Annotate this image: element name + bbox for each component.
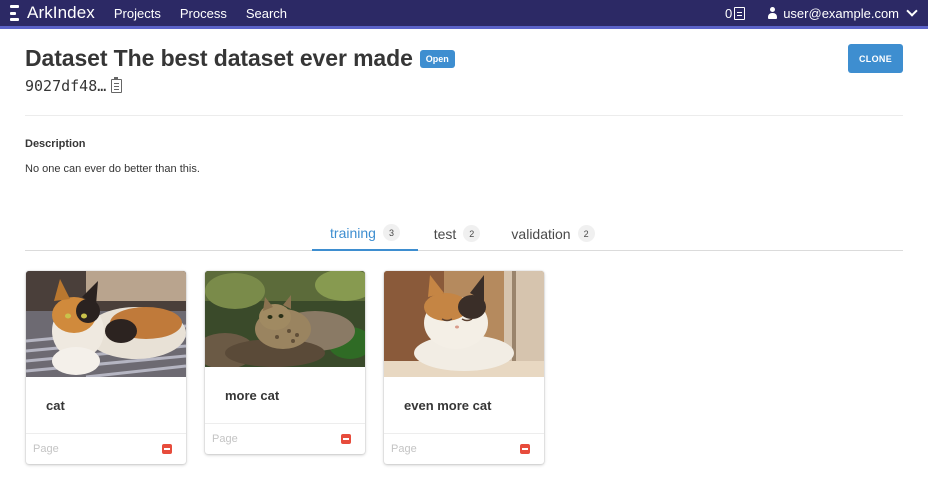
- page-title: Dataset The best dataset ever made: [25, 45, 413, 71]
- tab-count-badge: 2: [463, 225, 481, 242]
- tab-label: training: [330, 224, 376, 241]
- dataset-id-row: 9027df48…: [25, 77, 123, 95]
- status-badge: Open: [419, 49, 455, 68]
- tab-test[interactable]: test 2: [424, 216, 490, 251]
- card-page-label: Page: [391, 443, 417, 455]
- dataset-id: 9027df48…: [25, 77, 107, 95]
- card-title[interactable]: even more cat: [384, 377, 544, 433]
- clone-button[interactable]: CLONE: [848, 44, 903, 73]
- card-footer: Page: [26, 433, 186, 464]
- document-count-button[interactable]: 0: [724, 5, 746, 21]
- element-card: even more cat Page: [384, 271, 544, 464]
- description-heading: Description: [25, 138, 86, 150]
- document-icon: [734, 6, 746, 20]
- description-text: No one can ever do better than this.: [25, 163, 200, 175]
- chevron-down-icon: [906, 5, 918, 17]
- nav-search[interactable]: Search: [246, 6, 287, 21]
- element-card: more cat Page: [205, 271, 365, 454]
- card-title[interactable]: more cat: [205, 367, 365, 423]
- brand-link[interactable]: ArkIndex: [10, 3, 95, 23]
- brand-name: ArkIndex: [27, 3, 95, 22]
- nav-process[interactable]: Process: [180, 6, 227, 21]
- top-navbar: ArkIndex Projects Process Search 0 user@…: [0, 0, 928, 29]
- tab-label: validation: [511, 225, 571, 242]
- header-divider: [25, 115, 903, 116]
- user-menu[interactable]: user@example.com: [767, 5, 918, 21]
- page-header: Dataset The best dataset ever made Open: [25, 45, 455, 72]
- card-footer: Page: [384, 433, 544, 464]
- cat-thumbnail[interactable]: [26, 271, 186, 377]
- tab-count-badge: 2: [577, 225, 595, 242]
- cat-thumbnail[interactable]: [205, 271, 365, 367]
- set-tabs: training 3 test 2 validation 2: [25, 216, 903, 251]
- card-footer: Page: [205, 423, 365, 454]
- document-count: 0: [724, 5, 733, 21]
- tab-training[interactable]: training 3: [312, 216, 418, 251]
- user-icon: [767, 7, 778, 19]
- remove-icon[interactable]: [162, 444, 172, 454]
- cat-thumbnail[interactable]: [384, 271, 544, 377]
- remove-icon[interactable]: [341, 434, 351, 444]
- card-page-label: Page: [33, 443, 59, 455]
- arkindex-logo-icon: [10, 5, 19, 21]
- element-card: cat Page: [26, 271, 186, 464]
- remove-icon[interactable]: [520, 444, 530, 454]
- clipboard-icon[interactable]: [111, 77, 123, 93]
- nav-projects[interactable]: Projects: [114, 6, 161, 21]
- card-page-label: Page: [212, 433, 238, 445]
- user-email: user@example.com: [783, 5, 899, 21]
- tab-validation[interactable]: validation 2: [503, 216, 603, 251]
- tab-count-badge: 3: [382, 224, 400, 241]
- card-title[interactable]: cat: [26, 377, 186, 433]
- tab-label: test: [433, 225, 457, 242]
